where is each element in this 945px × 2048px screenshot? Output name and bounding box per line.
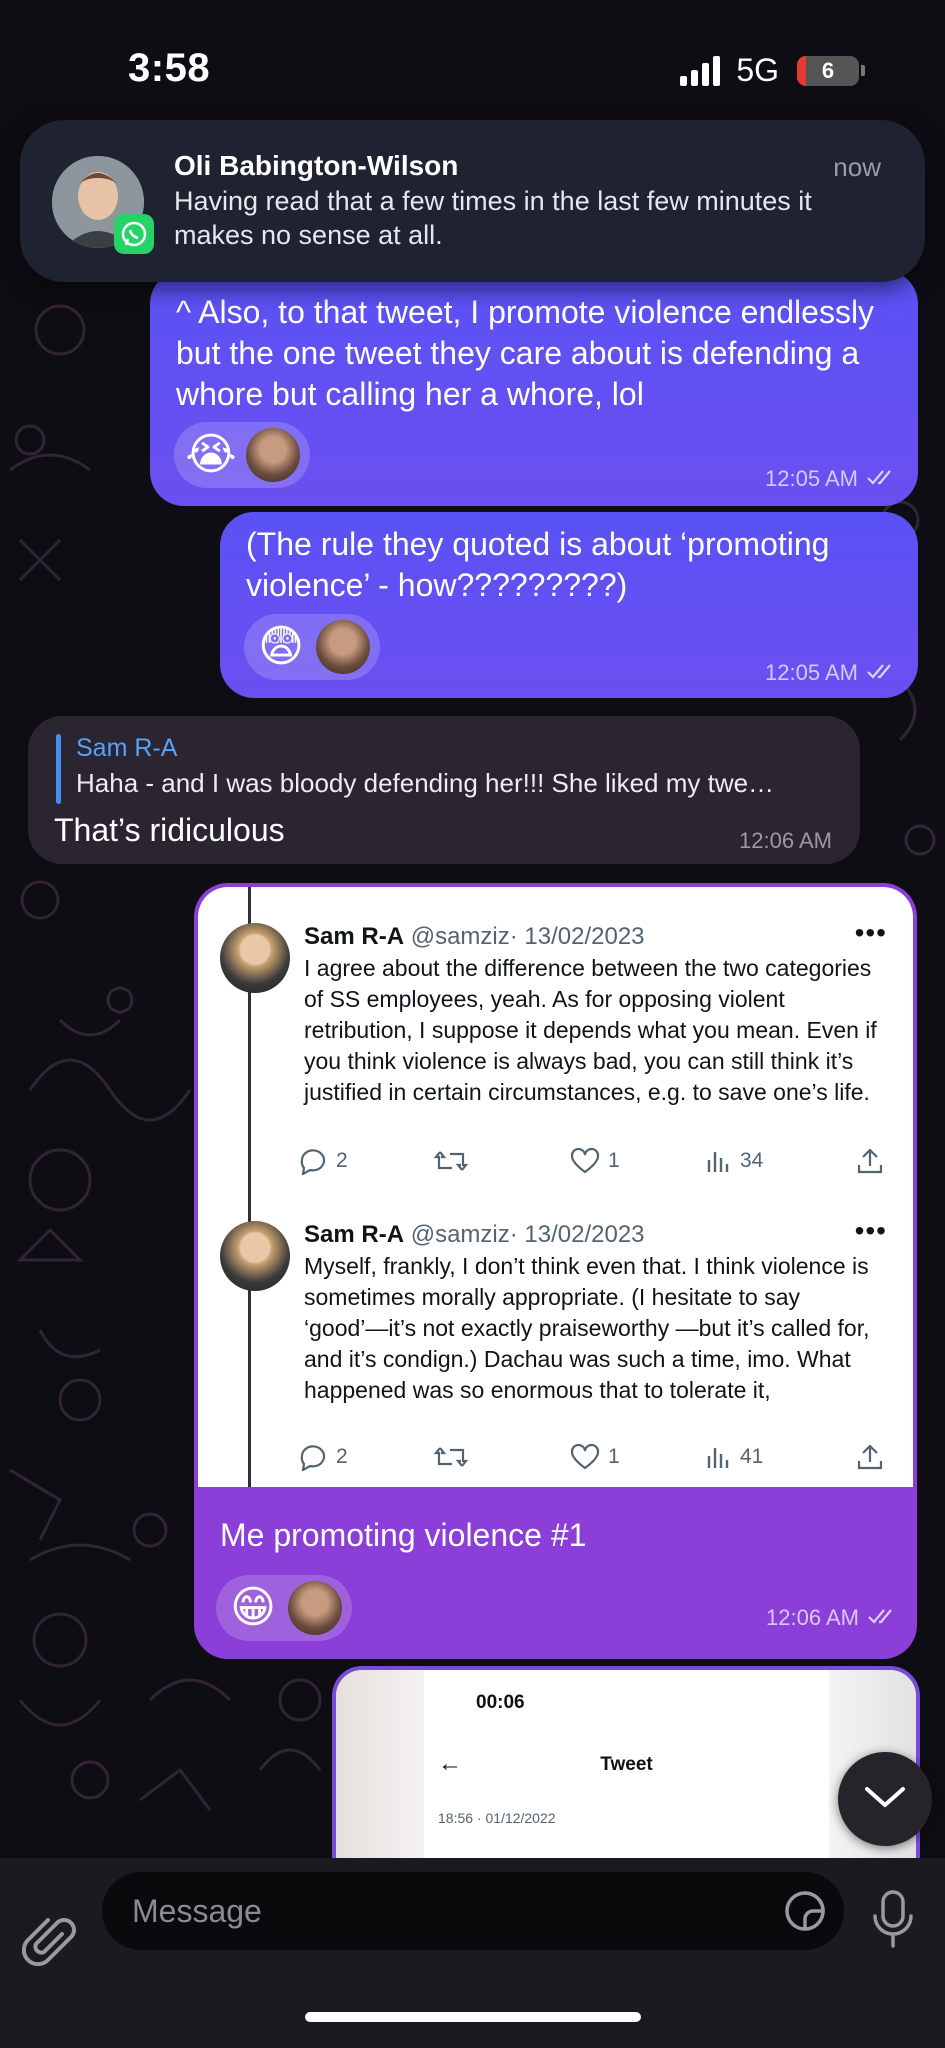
tweet-text: I agree about the difference between the… [304,955,877,1105]
reaction-pill[interactable]: 😨 [244,614,380,680]
reply-icon [298,1147,328,1175]
screenshot-title: Tweet [600,1754,653,1775]
microphone-button[interactable] [870,1888,916,1957]
more-icon: ••• [854,1215,887,1246]
reaction-emoji: 😨 [258,622,304,671]
message-input-field[interactable] [102,1872,844,1950]
like-count-value: 1 [608,1149,620,1172]
sticker-icon [784,1891,826,1936]
retweet-icon [434,1444,570,1470]
reactor-avatar [316,620,370,674]
reply-count: 2 [298,1443,434,1471]
whatsapp-icon [114,214,154,254]
reaction-pill[interactable]: 😭 [174,422,310,488]
chevron-down-icon [863,1784,907,1815]
scroll-down-button[interactable] [838,1752,932,1846]
heart-icon [570,1444,600,1470]
battery-icon: 6 [797,55,859,86]
view-count-value: 34 [740,1149,764,1172]
message-bubble-incoming[interactable]: Sam R-A Haha - and I was bloody defendin… [28,716,860,864]
share-icon [856,1147,884,1175]
message-time: 12:05 AM [765,466,858,491]
microphone-icon [870,1890,916,1956]
sticker-button[interactable] [784,1890,826,1937]
reply-sender[interactable]: Sam R-A [76,734,177,763]
reply-accent-bar [56,734,61,804]
attach-button[interactable] [21,1912,78,1977]
tweet-text: Myself, frankly, I don’t think even that… [304,1253,870,1403]
status-bar: 3:58 5G 6 [0,0,945,140]
tweet-header: Sam R-A @samziz· 13/02/2023 [304,1221,645,1249]
reactor-avatar [246,428,300,482]
tweet-date: · 13/02/2023 [509,923,645,950]
reply-count: 2 [298,1147,434,1175]
tweet-avatar [220,923,290,993]
more-icon: ••• [854,917,887,948]
views-icon [706,1444,732,1470]
tweet-avatar [220,1221,290,1291]
view-count: 41 [706,1444,856,1470]
reaction-emoji: 😭 [185,430,237,479]
double-check-icon [866,466,896,492]
view-count: 34 [706,1148,856,1174]
tweet-handle: @samziz [410,923,510,950]
like-count-value: 1 [608,1445,620,1468]
share-icon [856,1443,884,1471]
tweet-screenshot[interactable]: Sam R-A @samziz· 13/02/2023 ••• I agree … [198,887,913,1487]
image-caption: Me promoting violence #1 [220,1517,587,1553]
double-check-icon [867,1605,897,1631]
network-type: 5G [736,52,779,88]
message-text: (The rule they quoted is about ‘promotin… [246,526,830,603]
message-meta: 12:06 AM [766,1605,897,1631]
heart-icon [570,1148,600,1174]
message-input[interactable] [132,1872,762,1950]
reply-quote[interactable]: Haha - and I was bloody defending her!!!… [76,768,856,799]
message-bubble-outgoing[interactable]: (The rule they quoted is about ‘promotin… [220,512,918,698]
message-time: 12:06 AM [766,1605,859,1630]
message-meta: 12:05 AM [765,660,896,686]
home-indicator [305,2012,641,2022]
screenshot-date: 18:56 · 01/12/2022 [438,1810,556,1826]
notification-banner[interactable]: Oli Babington-Wilson now Having read tha… [20,120,925,282]
double-check-icon [866,660,896,686]
tweet-header: Sam R-A @samziz· 13/02/2023 [304,923,645,951]
tweet-date: · 13/02/2023 [509,1221,645,1248]
status-time: 3:58 [128,46,211,90]
message-meta: 12:06 AM [739,828,832,854]
notification-message: Having read that a few times in the last… [174,186,812,250]
reaction-emoji: 😁 [230,1583,276,1632]
battery-tip [861,65,865,76]
like-count: 1 [570,1148,706,1174]
message-text: ^ Also, to that tweet, I promote violenc… [176,294,875,412]
tweet-actions: 2 1 41 [298,1443,898,1471]
notification-time: now [833,152,881,182]
reply-count-value: 2 [336,1445,348,1468]
image-message-tweets[interactable]: Sam R-A @samziz· 13/02/2023 ••• I agree … [194,883,917,1659]
tweet-handle: @samziz [410,1221,510,1248]
tweet-author: Sam R-A [304,1221,405,1248]
message-bubble-outgoing[interactable]: ^ Also, to that tweet, I promote violenc… [150,270,918,506]
view-count-value: 41 [740,1445,764,1468]
reply-icon [298,1443,328,1471]
reaction-pill[interactable]: 😁 [216,1575,352,1641]
message-time: 12:06 AM [739,828,832,853]
like-count: 1 [570,1444,706,1470]
reactor-avatar [288,1581,342,1635]
tweet-actions: 2 1 34 [298,1147,898,1175]
signal-icon [680,55,721,86]
status-indicators: 5G 6 [680,52,865,89]
screenshot-time: 00:06 [476,1692,525,1713]
battery-percent: 6 [821,57,835,83]
reply-count-value: 2 [336,1149,348,1172]
message-meta: 12:05 AM [765,466,896,492]
message-text: That’s ridiculous [54,812,285,848]
message-time: 12:05 AM [765,660,858,685]
tweet-author: Sam R-A [304,923,405,950]
views-icon [706,1148,732,1174]
retweet-icon [434,1148,570,1174]
paperclip-icon [21,1918,78,1976]
message-composer [0,1858,945,2048]
notification-sender: Oli Babington-Wilson [174,150,459,181]
